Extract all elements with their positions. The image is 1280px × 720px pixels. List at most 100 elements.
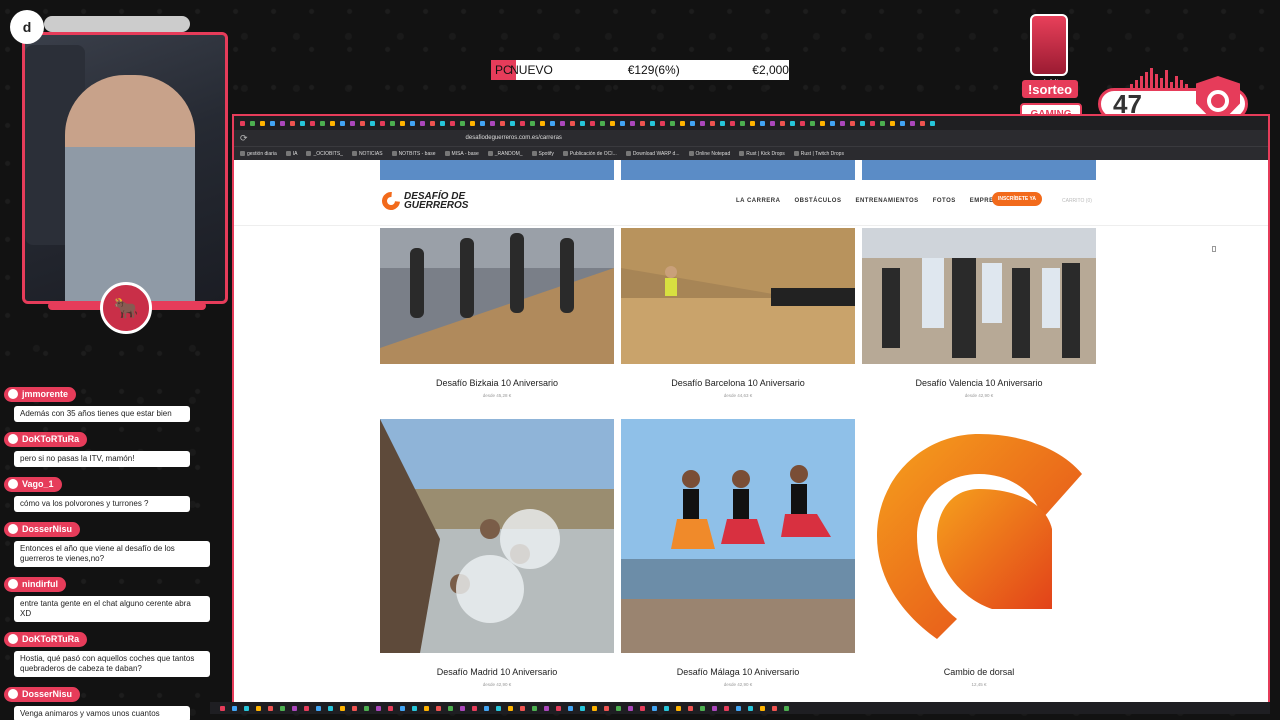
product-title[interactable]: Desafío Bizkaia 10 Aniversario	[380, 378, 614, 388]
bookmark-item[interactable]: Rust | Kick Drops	[739, 151, 785, 157]
browser-tab-icon[interactable]	[440, 120, 445, 126]
browser-tab-icon[interactable]	[550, 120, 555, 126]
browser-tab-icon[interactable]	[930, 120, 935, 126]
bookmark-item[interactable]: _OCIOBITS_	[306, 151, 342, 157]
product-card[interactable]: Desafío Madrid 10 Aniversario desde 42,9…	[380, 419, 614, 687]
browser-tab-icon[interactable]	[310, 120, 315, 126]
taskbar-app-icon[interactable]	[592, 705, 597, 711]
browser-tab-icon[interactable]	[450, 120, 455, 126]
browser-tab-icon[interactable]	[790, 120, 795, 126]
taskbar-app-icon[interactable]	[784, 705, 789, 711]
browser-tab-icon[interactable]	[660, 120, 665, 126]
browser-tab-icon[interactable]	[650, 120, 655, 126]
taskbar-app-icon[interactable]	[496, 705, 501, 711]
browser-tab-icon[interactable]	[250, 120, 255, 126]
taskbar-app-icon[interactable]	[616, 705, 621, 711]
browser-tab-icon[interactable]	[690, 120, 695, 126]
browser-tab-icon[interactable]	[390, 120, 395, 126]
product-card[interactable]: Desafío Bizkaia 10 Aniversario desde 45,…	[380, 228, 614, 398]
taskbar-app-icon[interactable]	[748, 705, 753, 711]
taskbar-app-icon[interactable]	[448, 705, 453, 711]
product-card[interactable]: Desafío Barcelona 10 Aniversario desde 4…	[621, 228, 855, 398]
product-title[interactable]: Cambio de dorsal	[862, 667, 1096, 677]
taskbar-app-icon[interactable]	[544, 705, 549, 711]
browser-tab-icon[interactable]	[380, 120, 385, 126]
browser-tab-icon[interactable]	[350, 120, 355, 126]
browser-tab-icon[interactable]	[860, 120, 865, 126]
nav-la-carrera[interactable]: LA CARRERA	[736, 198, 780, 204]
browser-tab-icon[interactable]	[750, 120, 755, 126]
taskbar-app-icon[interactable]	[268, 705, 273, 711]
taskbar-app-icon[interactable]	[628, 705, 633, 711]
taskbar-app-icon[interactable]	[724, 705, 729, 711]
browser-tab-icon[interactable]	[280, 120, 285, 126]
taskbar-app-icon[interactable]	[292, 705, 297, 711]
taskbar-app-icon[interactable]	[700, 705, 705, 711]
browser-tab-icon[interactable]	[420, 120, 425, 126]
bookmark-item[interactable]: Download WARP d...	[626, 151, 680, 157]
browser-tab-icon[interactable]	[840, 120, 845, 126]
taskbar-app-icon[interactable]	[256, 705, 261, 711]
taskbar-app-icon[interactable]	[388, 705, 393, 711]
taskbar-app-icon[interactable]	[736, 705, 741, 711]
browser-tab-icon[interactable]	[710, 120, 715, 126]
bookmark-item[interactable]: NOTBITS - base	[392, 151, 436, 157]
bookmark-item[interactable]: NOTICIAS	[352, 151, 383, 157]
taskbar-app-icon[interactable]	[568, 705, 573, 711]
cart-link[interactable]: CARRITO (0)	[1062, 198, 1092, 204]
taskbar-app-icon[interactable]	[712, 705, 717, 711]
site-logo[interactable]: DESAFÍO DE GUERREROS	[378, 188, 468, 214]
browser-tab-icon[interactable]	[810, 120, 815, 126]
bookmark-item[interactable]: Rust | Twitch Drops	[794, 151, 844, 157]
product-title[interactable]: Desafío Valencia 10 Aniversario	[862, 378, 1096, 388]
product-image[interactable]	[380, 228, 614, 364]
browser-tab-icon[interactable]	[630, 120, 635, 126]
taskbar-app-icon[interactable]	[532, 705, 537, 711]
browser-tab-icon[interactable]	[500, 120, 505, 126]
bookmark-item[interactable]: Online Notepad	[689, 151, 731, 157]
browser-tab-icon[interactable]	[820, 120, 825, 126]
taskbar-app-icon[interactable]	[556, 705, 561, 711]
bookmark-item[interactable]: Spotify	[532, 151, 554, 157]
browser-tab-icon[interactable]	[880, 120, 885, 126]
browser-tab-icon[interactable]	[520, 120, 525, 126]
browser-tab-icon[interactable]	[370, 120, 375, 126]
browser-tab-icon[interactable]	[400, 120, 405, 126]
taskbar-app-icon[interactable]	[484, 705, 489, 711]
browser-tab-icon[interactable]	[270, 120, 275, 126]
product-title[interactable]: Desafío Málaga 10 Aniversario	[621, 667, 855, 677]
taskbar-app-icon[interactable]	[328, 705, 333, 711]
taskbar-app-icon[interactable]	[400, 705, 405, 711]
taskbar-app-icon[interactable]	[364, 705, 369, 711]
browser-tab-icon[interactable]	[570, 120, 575, 126]
bookmark-item[interactable]: MISA - base	[445, 151, 479, 157]
browser-tab-icon[interactable]	[640, 120, 645, 126]
browser-tab-icon[interactable]	[240, 120, 245, 126]
nav-entrenamientos[interactable]: ENTRENAMIENTOS	[855, 198, 918, 204]
browser-tab-icon[interactable]	[620, 120, 625, 126]
product-image[interactable]	[862, 419, 1096, 653]
browser-tab-icon[interactable]	[300, 120, 305, 126]
product-image[interactable]	[621, 419, 855, 653]
taskbar-app-icon[interactable]	[412, 705, 417, 711]
taskbar-app-icon[interactable]	[760, 705, 765, 711]
product-title[interactable]: Desafío Barcelona 10 Aniversario	[621, 378, 855, 388]
browser-tab-icon[interactable]	[290, 120, 295, 126]
browser-tab-icon[interactable]	[870, 120, 875, 126]
reload-icon[interactable]: ⟳	[240, 133, 248, 144]
browser-tab-icon[interactable]	[530, 120, 535, 126]
browser-tab-icon[interactable]	[540, 120, 545, 126]
browser-tab-icon[interactable]	[850, 120, 855, 126]
browser-tab-icon[interactable]	[510, 120, 515, 126]
browser-tab-icon[interactable]	[910, 120, 915, 126]
browser-tab-icon[interactable]	[490, 120, 495, 126]
taskbar-app-icon[interactable]	[244, 705, 249, 711]
browser-tab-icon[interactable]	[340, 120, 345, 126]
taskbar-app-icon[interactable]	[232, 705, 237, 711]
taskbar-app-icon[interactable]	[304, 705, 309, 711]
product-image[interactable]	[380, 419, 614, 653]
taskbar-app-icon[interactable]	[580, 705, 585, 711]
taskbar-app-icon[interactable]	[460, 705, 465, 711]
browser-tab-icon[interactable]	[600, 120, 605, 126]
taskbar-app-icon[interactable]	[508, 705, 513, 711]
